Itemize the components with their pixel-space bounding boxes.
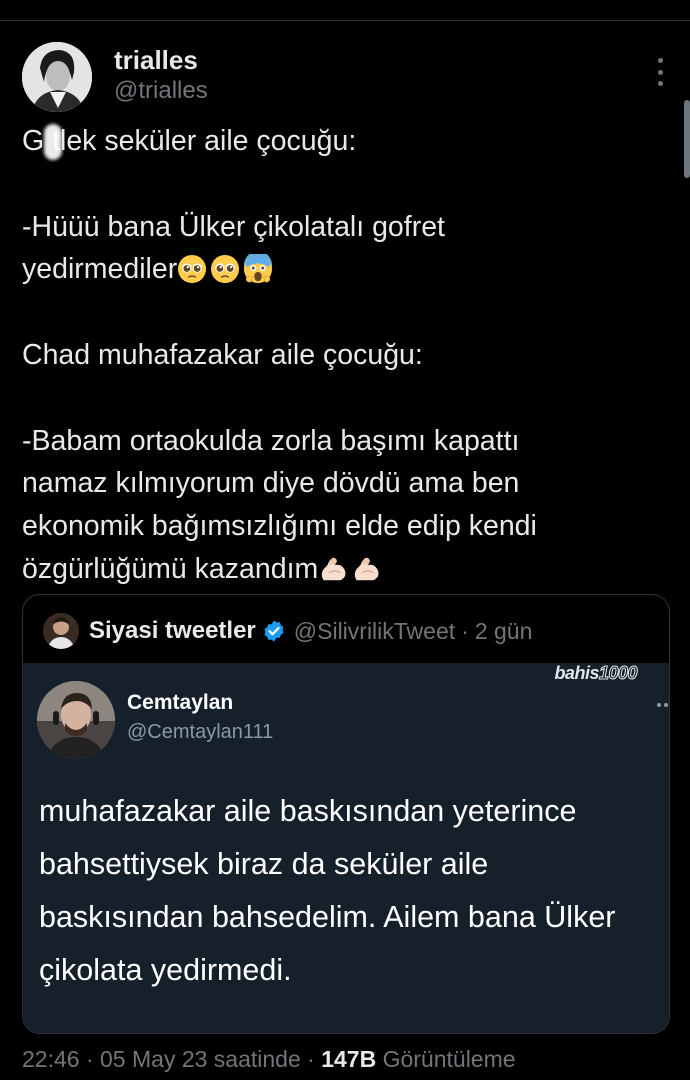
tweet-time[interactable]: 22:46: [22, 1046, 80, 1072]
tweet-text-line1: G tlek seküler aile çocuğu:: [22, 125, 357, 157]
quoted-avatar[interactable]: [43, 613, 79, 649]
author-handle[interactable]: @trialles: [114, 76, 208, 106]
footer-separator: ·: [307, 1046, 315, 1072]
views-label: Görüntüleme: [382, 1046, 516, 1072]
screenshot-more-icon: [657, 703, 669, 709]
avatar[interactable]: [22, 42, 92, 112]
screenshot-name: Cemtaylan: [127, 691, 234, 714]
quoted-media-screenshot[interactable]: bahis1000 Cemtaylan @Cemtaylan111 muhafa…: [23, 663, 669, 1033]
quoted-age[interactable]: 2 gün: [475, 618, 533, 645]
tweet-line-1: G tlek seküler aile çocuğu:: [22, 120, 672, 163]
pleading-face-emoji: [178, 255, 207, 284]
censor-blur: [44, 124, 62, 160]
screenshot-tweet-text: muhafazakar aile baskısından yeterince b…: [39, 794, 616, 987]
quoted-separator: ·: [461, 617, 469, 644]
quoted-handle[interactable]: @SilivrilikTweet: [294, 618, 455, 645]
tweet-header: trialles @trialles: [22, 42, 672, 114]
views-count[interactable]: 147B: [321, 1046, 376, 1072]
tweet-block-4: -Babam ortaokulda zorla başımı kapattı n…: [22, 420, 672, 591]
tweet-text-block4: -Babam ortaokulda zorla başımı kapattı n…: [22, 424, 537, 585]
author-block: trialles @trialles: [114, 44, 208, 106]
quoted-tweet-header: Siyasi tweetler @SilivrilikTweet · 2 gün: [43, 613, 532, 649]
scrollbar[interactable]: [684, 100, 690, 178]
pleading-face-emoji: [211, 255, 240, 284]
tweet-date[interactable]: 05 May 23 saatinde: [100, 1046, 301, 1072]
author-display-name[interactable]: trialles: [114, 44, 208, 76]
quoted-tweet[interactable]: Siyasi tweetler @SilivrilikTweet · 2 gün…: [22, 594, 670, 1034]
screenshot-avatar: [37, 681, 115, 759]
tweet-detail-page: trialles @trialles G tlek seküler aile ç…: [0, 0, 690, 1080]
watermark-logo: bahis1000: [554, 663, 638, 684]
quoted-display-name[interactable]: Siyasi tweetler: [89, 617, 256, 645]
flexed-biceps-emoji: [322, 557, 346, 581]
screenshot-handle: @Cemtaylan111: [127, 721, 274, 743]
verified-badge-icon: [264, 620, 284, 642]
tweet-text: G tlek seküler aile çocuğu: -Hüüü bana Ül…: [22, 120, 672, 591]
watermark-number: 1000: [598, 663, 638, 684]
more-options-icon[interactable]: [656, 58, 664, 86]
top-divider: [0, 20, 690, 21]
tweet-footer: 22:46 · 05 May 23 saatinde · 147B Görünt…: [22, 1046, 516, 1073]
footer-separator: ·: [85, 1046, 94, 1072]
tweet-block-2: -Hüüü bana Ülker çikolatalı gofret yedir…: [22, 206, 672, 292]
screaming-face-emoji: [244, 254, 273, 284]
tweet-text-line3: Chad muhafazakar aile çocuğu:: [22, 338, 423, 371]
flexed-biceps-emoji: [355, 557, 379, 581]
watermark-text: bahis: [554, 663, 599, 683]
